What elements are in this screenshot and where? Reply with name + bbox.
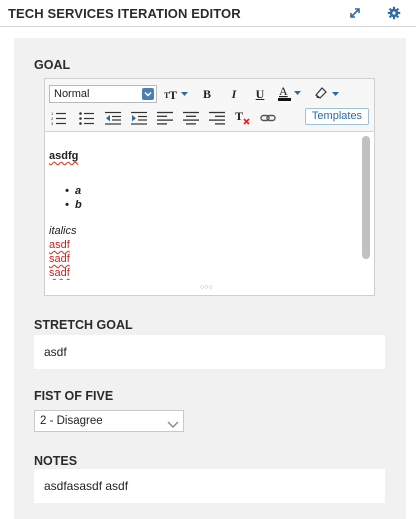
font-color-icon[interactable]: A xyxy=(277,84,305,102)
clear-format-icon[interactable]: T xyxy=(235,108,251,126)
fist-of-five-select[interactable]: 2 - Disagree xyxy=(34,410,184,432)
content-heading: asdfg xyxy=(49,150,79,162)
fist-of-five-label: FIST OF FIVE xyxy=(34,389,114,403)
editor-header: TECH SERVICES ITERATION EDITOR xyxy=(0,0,416,27)
align-left-icon[interactable] xyxy=(157,109,173,127)
red-text-line: asdf xyxy=(49,239,70,251)
notes-label: NOTES xyxy=(34,454,78,468)
link-icon[interactable] xyxy=(260,109,276,127)
underline-icon[interactable]: U xyxy=(253,85,267,103)
list-item: • b xyxy=(65,199,82,211)
resize-handle-icon[interactable]: ○○○ xyxy=(200,284,213,291)
svg-text:3: 3 xyxy=(51,121,54,125)
outdent-icon[interactable] xyxy=(105,109,121,127)
editor-toolbar: Normal T T B I U A 1 2 3 T Templates xyxy=(45,79,374,132)
align-right-icon[interactable] xyxy=(209,109,225,127)
format-select-value: Normal xyxy=(54,88,90,100)
bold-icon[interactable]: B xyxy=(200,85,214,103)
stretch-goal-label: STRETCH GOAL xyxy=(34,318,133,332)
numbered-list-icon[interactable]: 123 xyxy=(51,109,67,127)
svg-text:T: T xyxy=(169,88,177,101)
bulleted-list-icon[interactable] xyxy=(79,109,95,127)
italic-icon[interactable]: I xyxy=(227,85,241,103)
stretch-goal-value: asdf xyxy=(44,345,67,359)
editor-content-area[interactable]: asdfg • a • b italics asdf sadf sadf xyxy=(45,132,374,280)
templates-button[interactable]: Templates xyxy=(305,108,369,125)
svg-text:T: T xyxy=(235,109,243,123)
align-center-icon[interactable] xyxy=(183,109,199,127)
chevron-down-icon xyxy=(142,88,154,100)
goal-rich-text-editor[interactable]: Normal T T B I U A 1 2 3 T Templates asd… xyxy=(44,78,375,296)
expand-icon[interactable] xyxy=(348,6,362,20)
format-select[interactable]: Normal xyxy=(49,85,157,103)
svg-text:A: A xyxy=(279,84,288,98)
fist-of-five-value: 2 - Disagree xyxy=(40,415,103,427)
red-text-line: sadf xyxy=(49,253,70,265)
scrollbar[interactable] xyxy=(362,136,370,259)
indent-icon[interactable] xyxy=(131,109,147,127)
notes-field[interactable]: asdfasasdf asdf xyxy=(34,469,385,503)
red-text-line: sadf xyxy=(49,267,70,279)
goal-label: GOAL xyxy=(34,58,71,72)
stretch-goal-field[interactable]: asdf xyxy=(34,335,385,369)
list-item: • a xyxy=(65,185,82,197)
notes-value: asdfasasdf asdf xyxy=(44,479,129,493)
gear-icon[interactable] xyxy=(387,6,401,20)
page-title: TECH SERVICES ITERATION EDITOR xyxy=(8,6,241,21)
font-size-icon[interactable]: T T xyxy=(163,85,191,103)
italic-text-line: italics xyxy=(49,225,77,237)
chevron-down-icon xyxy=(167,416,179,436)
highlight-icon[interactable] xyxy=(313,84,343,102)
